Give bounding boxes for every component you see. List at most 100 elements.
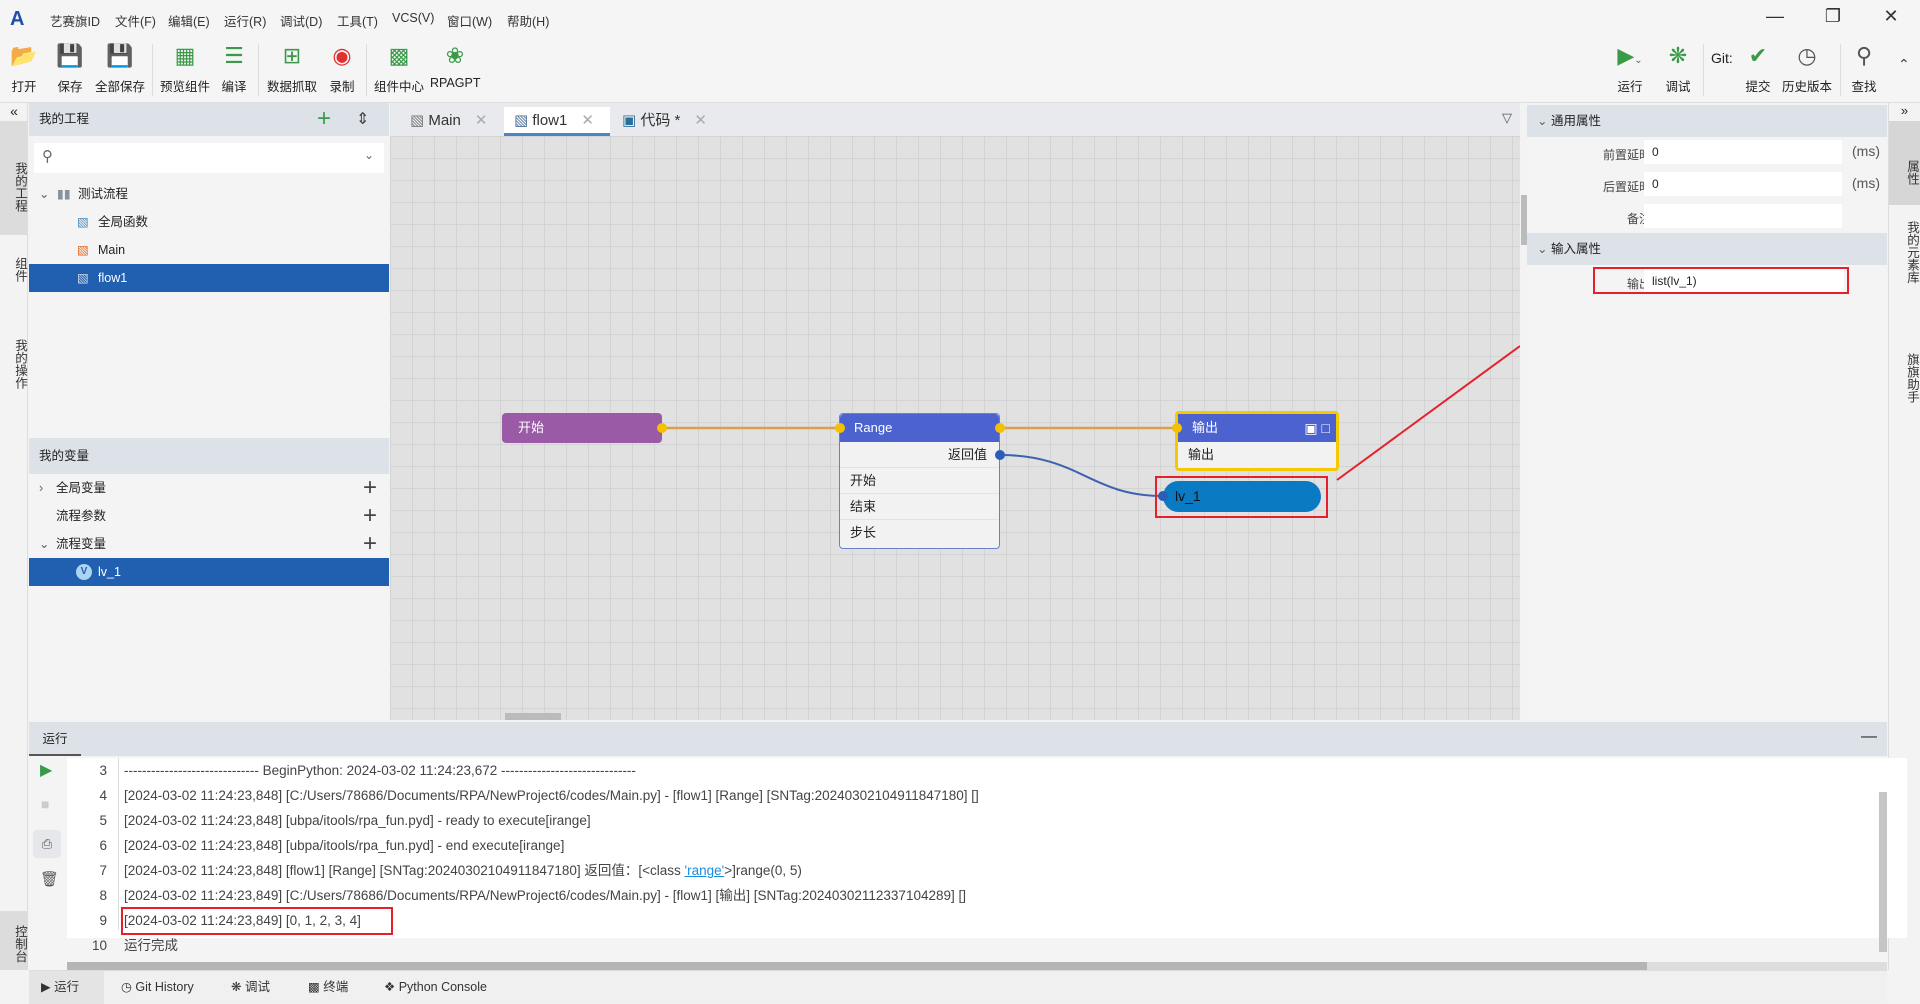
side-tab-my-operations[interactable]: 我的操作 <box>0 333 28 389</box>
print-icon[interactable]: ⎙ <box>33 830 61 858</box>
search-icon: ⚲ <box>42 148 53 165</box>
collapse-left-icon[interactable]: « <box>0 103 28 119</box>
menu-debug[interactable]: 调试(D) <box>280 11 322 30</box>
side-tab-components[interactable]: 组件 <box>0 251 28 282</box>
close-tab-icon[interactable]: ✕ <box>581 112 594 129</box>
compile-button[interactable]: ☰ 编译 <box>218 42 250 95</box>
save-all-button[interactable]: 💾 全部保存 <box>94 42 146 95</box>
trash-icon[interactable]: 🗑 <box>40 870 59 888</box>
search-button[interactable]: ⚲ 查找 <box>1848 42 1880 95</box>
menu-tools[interactable]: 工具(T) <box>337 11 378 30</box>
console-output[interactable]: 3 ------------------------------ BeginPyt… <box>67 758 1907 953</box>
tab-code[interactable]: ▣ 代码 * ✕ <box>612 107 717 136</box>
run-button[interactable]: ▶⌄ 运行 <box>1610 42 1650 95</box>
tree-item-global-functions[interactable]: ▧ 全局函数 <box>29 208 389 236</box>
record-icon: ◉ <box>332 43 352 68</box>
side-tab-properties[interactable]: 属性 <box>1889 121 1920 205</box>
stop-icon[interactable]: ■ <box>41 796 49 812</box>
open-button[interactable]: 📂 打开 <box>8 42 40 95</box>
flow-file-icon: ▧ <box>77 271 89 285</box>
bottom-tab-python-console[interactable]: ❖ Python Console <box>372 971 499 1004</box>
console-tab-run[interactable]: 运行 <box>29 722 81 756</box>
tree-item-flow1[interactable]: ▧ flow1 <box>29 264 389 292</box>
general-properties-header[interactable]: ⌄ 通用属性 <box>1527 105 1887 137</box>
bottom-tab-terminal[interactable]: ▩ 终端 <box>296 971 360 1004</box>
menu-file[interactable]: 文件(F) <box>115 11 156 30</box>
flow-canvas[interactable]: 开始 Range 返回值 开始 结束 步长 输出 ▣ □ 输出 lv_1 <box>390 136 1520 720</box>
input-port[interactable] <box>1172 423 1182 433</box>
close-button[interactable]: ✕ <box>1876 6 1906 27</box>
menu-help[interactable]: 帮助(H) <box>507 11 549 30</box>
console-horizontal-scrollbar[interactable] <box>67 962 1887 970</box>
ports-layer <box>657 423 1182 501</box>
record-button[interactable]: ◉ 录制 <box>326 42 358 95</box>
side-tab-my-project[interactable]: 我的工程 <box>0 121 28 235</box>
return-port[interactable] <box>995 450 1005 460</box>
collapse-toolbar-icon[interactable]: ⌃ <box>1898 56 1910 73</box>
variable-lv1[interactable]: Vlv_1 <box>29 558 389 586</box>
output-port[interactable] <box>657 423 667 433</box>
restore-button[interactable]: ❐ <box>1818 6 1848 27</box>
var-group-params[interactable]: 流程参数 + <box>29 502 389 530</box>
rpagpt-button[interactable]: ❀ RPAGPT <box>430 42 480 90</box>
toolbar-divider <box>366 44 367 96</box>
tab-list-dropdown-icon[interactable]: ▽ <box>1502 110 1512 126</box>
bottom-tab-debug[interactable]: ❋ 调试 <box>219 971 282 1004</box>
menu-vcs[interactable]: VCS(V) <box>392 11 434 25</box>
output-port[interactable] <box>995 423 1005 433</box>
console-vertical-scrollbar[interactable] <box>1879 792 1887 952</box>
post-delay-input[interactable]: 0 <box>1644 172 1842 196</box>
add-variable-icon[interactable]: + <box>363 474 377 502</box>
chevron-down-icon: ⌄ <box>1537 114 1551 128</box>
minimize-button[interactable]: — <box>1760 6 1790 27</box>
range-link[interactable]: 'range' <box>685 863 725 878</box>
flow-file-icon: ▧ <box>410 112 429 129</box>
variables-header: 我的变量 <box>29 438 389 474</box>
debug-button[interactable]: ❋ 调试 <box>1662 42 1694 95</box>
var-group-flow[interactable]: ⌄ 流程变量 + <box>29 530 389 558</box>
side-tab-console[interactable]: 控制台 <box>0 911 28 970</box>
chevron-down-icon[interactable]: ⌄ <box>364 148 374 162</box>
note-input[interactable] <box>1644 204 1842 228</box>
pre-delay-input[interactable]: 0 <box>1644 140 1842 164</box>
data-capture-icon: ⊞ <box>282 43 302 68</box>
preview-components-button[interactable]: ▦ 预览组件 <box>158 42 212 95</box>
variable-port[interactable] <box>1158 491 1168 501</box>
menu-window[interactable]: 窗口(W) <box>447 11 492 30</box>
clock-icon: ◷ <box>1797 43 1817 68</box>
tree-item-main[interactable]: ▧ Main <box>29 236 389 264</box>
tab-main[interactable]: ▧ Main ✕ <box>400 107 497 136</box>
history-button[interactable]: ◷ 历史版本 <box>1782 42 1832 95</box>
input-properties-header[interactable]: ⌄ 输入属性 <box>1527 233 1887 265</box>
minimize-panel-icon[interactable]: — <box>1861 728 1877 746</box>
side-tab-assistant[interactable]: 旗旗助手 <box>1889 353 1920 403</box>
play-icon[interactable]: ▶ <box>40 760 52 780</box>
add-variable-icon[interactable]: + <box>363 530 377 558</box>
var-group-global[interactable]: › 全局变量 + <box>29 474 389 502</box>
close-tab-icon[interactable]: ✕ <box>694 112 707 129</box>
save-button[interactable]: 💾 保存 <box>54 42 86 95</box>
horizontal-scrollbar[interactable] <box>505 713 561 720</box>
component-center-button[interactable]: ▩ 组件中心 <box>372 42 426 95</box>
side-tab-element-library[interactable]: 我的元素库 <box>1889 221 1920 284</box>
input-port[interactable] <box>835 423 845 433</box>
bottom-tab-run[interactable]: ▶ 运行 <box>29 971 104 1004</box>
menu-edit[interactable]: 编辑(E) <box>168 11 210 30</box>
commit-button[interactable]: ✔ 提交 <box>1740 42 1776 95</box>
close-tab-icon[interactable]: ✕ <box>475 112 488 129</box>
chevron-down-icon: ⌄ <box>39 187 50 201</box>
tree-folder[interactable]: ⌄ ▮▮ 测试流程 <box>29 180 389 208</box>
collapse-all-icon[interactable]: ⇕ <box>356 103 369 136</box>
gutter-divider <box>118 758 119 930</box>
data-capture-button[interactable]: ⊞ 数据抓取 <box>264 42 320 95</box>
bottom-tab-git-history[interactable]: ◷ Git History <box>109 971 206 1004</box>
expand-right-icon[interactable]: » <box>1889 103 1920 118</box>
search-icon: ⚲ <box>1855 43 1873 68</box>
add-project-icon[interactable]: + <box>317 102 331 135</box>
add-variable-icon[interactable]: + <box>363 502 377 530</box>
chevron-right-icon: › <box>39 481 44 495</box>
tab-flow1[interactable]: ▧ flow1 ✕ <box>504 107 610 136</box>
project-search-input[interactable]: ⚲ ⌄ <box>34 143 384 173</box>
menu-run[interactable]: 运行(R) <box>224 11 266 30</box>
menu-ide[interactable]: 艺赛旗ID <box>50 11 100 30</box>
